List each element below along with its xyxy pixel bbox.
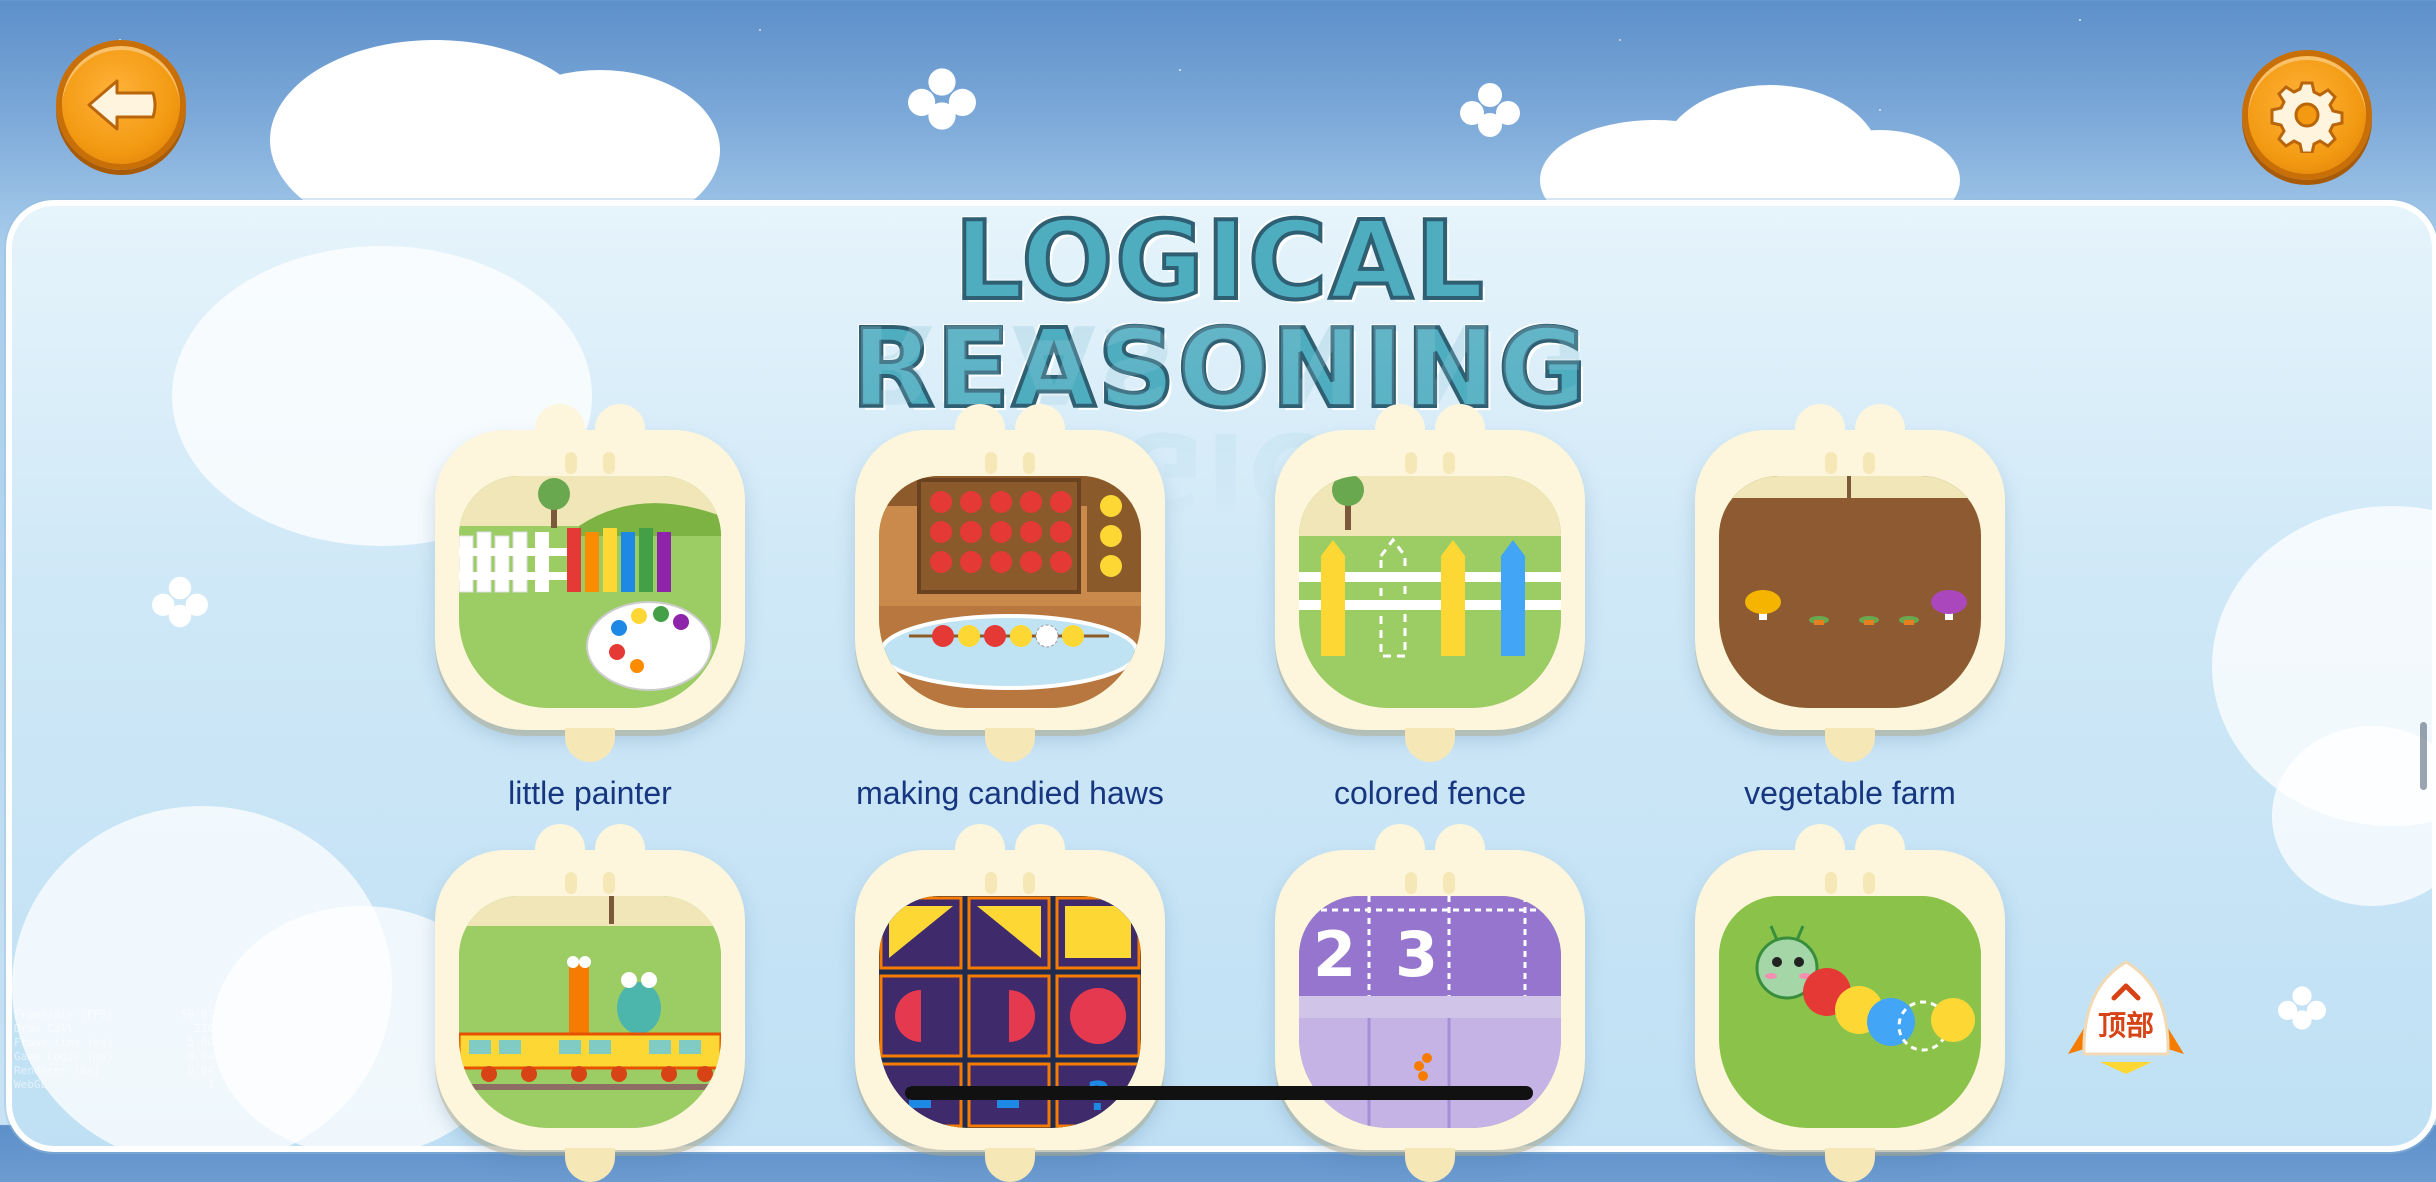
svg-text:3: 3 bbox=[1395, 918, 1438, 991]
card-knob bbox=[1405, 1148, 1455, 1182]
card-eye bbox=[1405, 452, 1417, 474]
game-card-making-candied-haws[interactable]: making candied haws bbox=[855, 404, 1165, 811]
card-eye bbox=[1825, 872, 1837, 894]
game-label: making candied haws bbox=[856, 775, 1164, 811]
card-ear bbox=[1795, 404, 1845, 458]
home-indicator[interactable] bbox=[905, 1086, 1533, 1100]
card-ear bbox=[955, 824, 1005, 878]
card-ear bbox=[1375, 404, 1425, 458]
card-eye bbox=[1443, 452, 1455, 474]
train-animals-scene bbox=[459, 896, 721, 1128]
back-button[interactable] bbox=[56, 40, 186, 170]
debug-row: Framerate (FPS) 59.97 bbox=[14, 1008, 214, 1021]
card-frame bbox=[435, 824, 745, 1182]
card-eye bbox=[565, 452, 577, 474]
card-frame bbox=[1695, 404, 2005, 762]
card-frame bbox=[1695, 824, 2005, 1182]
game-card-little-painter[interactable]: little painter bbox=[435, 404, 745, 811]
sparkle-icon bbox=[2278, 986, 2326, 1030]
game-label: vegetable farm bbox=[1744, 775, 1956, 811]
card-eye bbox=[1443, 872, 1455, 894]
sparkle-icon bbox=[1460, 83, 1520, 137]
card-knob bbox=[985, 1148, 1035, 1182]
svg-text:2: 2 bbox=[1313, 918, 1356, 991]
game-card-vegetable-farm[interactable]: vegetable farm bbox=[1695, 404, 2005, 811]
debug-row: Draw Call 230 bbox=[14, 1022, 214, 1035]
card-knob bbox=[1825, 1148, 1875, 1182]
sparkle-icon bbox=[152, 576, 208, 628]
game-card-number-sequence[interactable]: 2 3 bbox=[1275, 824, 1585, 1182]
card-ear bbox=[1435, 824, 1485, 878]
card-eye bbox=[985, 452, 997, 474]
sparkle-icon bbox=[908, 68, 976, 130]
debug-row: Game Logic (ms) 0.04 bbox=[14, 1050, 214, 1063]
debug-row: Renderer (ms) 0.04 bbox=[14, 1064, 214, 1077]
card-ear bbox=[535, 824, 585, 878]
scroll-to-top-label: 顶部 bbox=[2097, 1009, 2154, 1042]
game-label: little painter bbox=[508, 775, 672, 811]
settings-button[interactable] bbox=[2242, 50, 2372, 180]
caterpillar-scene bbox=[1719, 896, 1981, 1128]
card-ear bbox=[1795, 824, 1845, 878]
card-knob bbox=[565, 1148, 615, 1182]
card-ear bbox=[595, 824, 645, 878]
card-eye bbox=[1023, 452, 1035, 474]
painter-scene bbox=[459, 476, 721, 708]
card-eye bbox=[1863, 452, 1875, 474]
card-ear bbox=[1015, 824, 1065, 878]
game-card-shapes-grid[interactable]: ? bbox=[855, 824, 1165, 1182]
gear-icon bbox=[2270, 81, 2344, 153]
candied-haws-scene bbox=[879, 476, 1141, 708]
colored-fence-scene bbox=[1299, 476, 1561, 708]
game-card-train-animals[interactable] bbox=[435, 824, 745, 1182]
card-eye bbox=[603, 872, 615, 894]
card-eye bbox=[1825, 452, 1837, 474]
card-ear bbox=[535, 404, 585, 458]
card-frame: 2 3 bbox=[1275, 824, 1585, 1182]
card-eye bbox=[603, 452, 615, 474]
game-card-caterpillar[interactable] bbox=[1695, 824, 2005, 1182]
card-eye bbox=[985, 872, 997, 894]
back-arrow-icon bbox=[87, 79, 157, 131]
game-label: colored fence bbox=[1333, 775, 1527, 811]
vegetable-farm-scene bbox=[1719, 476, 1981, 708]
vertical-scrollbar[interactable] bbox=[2420, 722, 2427, 790]
card-ear bbox=[1855, 824, 1905, 878]
scroll-to-top-button[interactable]: 顶部 bbox=[2060, 958, 2192, 1076]
card-frame: ? bbox=[855, 824, 1165, 1182]
game-card-colored-fence[interactable]: colored fence bbox=[1275, 404, 1585, 811]
card-ear bbox=[1375, 824, 1425, 878]
card-frame bbox=[1275, 404, 1585, 762]
card-eye bbox=[1405, 872, 1417, 894]
card-eye bbox=[565, 872, 577, 894]
card-ear bbox=[955, 404, 1005, 458]
debug-row: Frame time (ms) 5.00 bbox=[14, 1036, 214, 1049]
card-ear bbox=[595, 404, 645, 458]
debug-row: WebGL 1 bbox=[14, 1078, 214, 1091]
card-ear bbox=[1855, 404, 1905, 458]
page-title: LOGICAL REASONING bbox=[849, 199, 1589, 432]
card-frame bbox=[435, 404, 745, 762]
card-ear bbox=[1015, 404, 1065, 458]
debug-stats-overlay: Framerate (FPS) 59.97 Draw Call 230 Frame … bbox=[14, 1008, 214, 1092]
card-ear bbox=[1435, 404, 1485, 458]
card-frame bbox=[855, 404, 1165, 762]
chevron-up-icon bbox=[2111, 983, 2141, 1001]
card-eye bbox=[1023, 872, 1035, 894]
card-eye bbox=[1863, 872, 1875, 894]
